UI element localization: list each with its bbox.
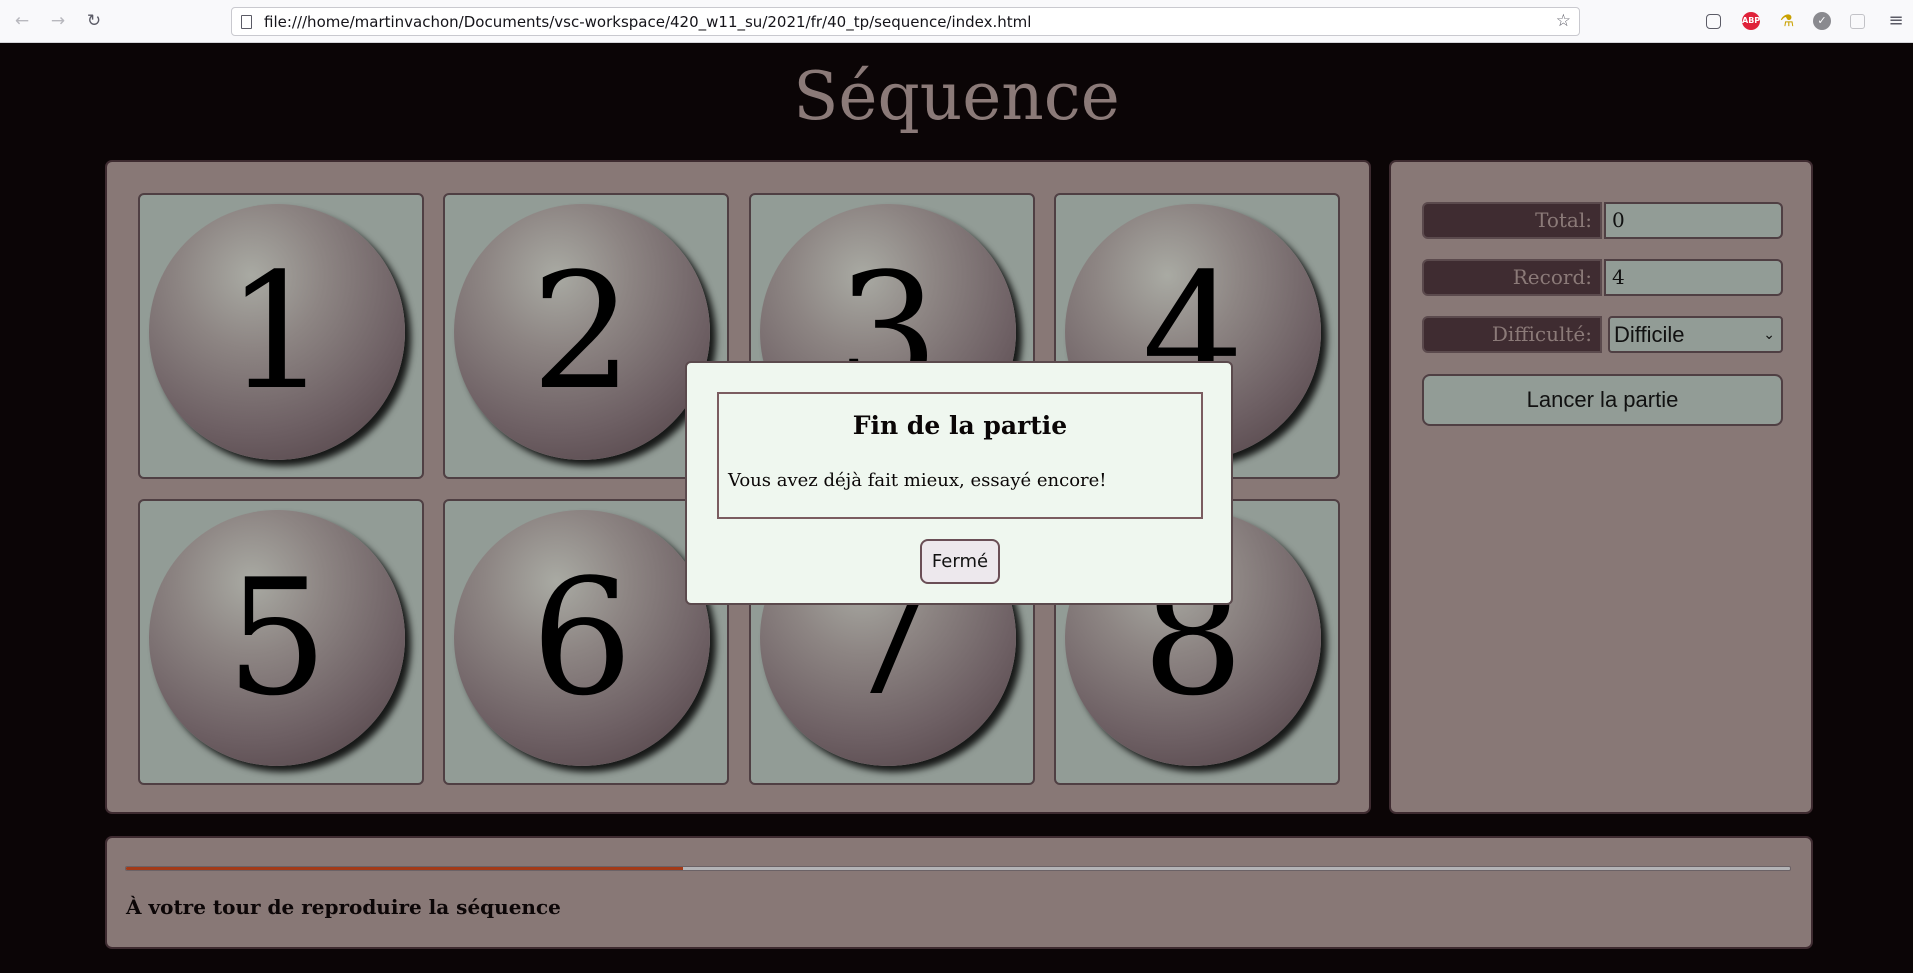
record-field[interactable]: 4 bbox=[1604, 259, 1783, 296]
score-panel: Total: 0 Record: 4 Difficulté: Difficile… bbox=[1389, 160, 1813, 814]
game-button-1[interactable]: 1 bbox=[138, 193, 424, 479]
back-arrow-icon[interactable]: ← bbox=[11, 10, 33, 32]
game-over-dialog: Fin de la partie Vous avez déjà fait mie… bbox=[685, 361, 1233, 605]
dialog-content: Fin de la partie Vous avez déjà fait mie… bbox=[717, 392, 1203, 519]
timer-progress-fill bbox=[126, 867, 684, 870]
ball: 6 bbox=[454, 510, 710, 766]
status-panel: À votre tour de reproduire la séquence bbox=[105, 836, 1813, 949]
dialog-message: Vous avez déjà fait mieux, essayé encore… bbox=[728, 470, 1107, 491]
game-button-5[interactable]: 5 bbox=[138, 499, 424, 785]
page-title: Séquence bbox=[793, 58, 1120, 135]
adblock-icon[interactable]: ABP bbox=[1742, 12, 1760, 30]
difficulty-value: Difficile bbox=[1614, 322, 1685, 347]
page-icon bbox=[241, 15, 252, 29]
total-field[interactable]: 0 bbox=[1604, 202, 1783, 239]
url-text[interactable]: file:///home/martinvachon/Documents/vsc-… bbox=[264, 13, 1031, 31]
launch-game-button[interactable]: Lancer la partie bbox=[1422, 374, 1783, 426]
reload-icon[interactable]: ↻ bbox=[83, 10, 105, 32]
pocket-icon[interactable] bbox=[1706, 14, 1721, 29]
ball: 1 bbox=[149, 204, 405, 460]
difficulty-select[interactable]: Difficile ⌄ bbox=[1608, 316, 1783, 353]
check-circle-icon[interactable]: ✓ bbox=[1813, 12, 1831, 30]
chevron-down-icon: ⌄ bbox=[1763, 326, 1775, 342]
ball: 5 bbox=[149, 510, 405, 766]
record-label: Record: bbox=[1422, 259, 1602, 296]
total-label: Total: bbox=[1422, 202, 1602, 239]
browser-toolbar: ← → ↻ file:///home/martinvachon/Document… bbox=[0, 0, 1913, 43]
ball: 2 bbox=[454, 204, 710, 460]
bookmark-star-icon[interactable]: ☆ bbox=[1556, 11, 1571, 31]
status-message: À votre tour de reproduire la séquence bbox=[126, 895, 561, 919]
timer-progress-bar bbox=[125, 866, 1791, 871]
forward-arrow-icon[interactable]: → bbox=[47, 10, 69, 32]
address-bar[interactable]: file:///home/martinvachon/Documents/vsc-… bbox=[231, 7, 1580, 36]
menu-icon[interactable]: ≡ bbox=[1885, 10, 1907, 32]
flask-icon[interactable]: ⚗ bbox=[1778, 12, 1796, 30]
extension-icon[interactable] bbox=[1850, 14, 1865, 29]
difficulty-label: Difficulté: bbox=[1422, 316, 1602, 353]
close-dialog-button[interactable]: Fermé bbox=[920, 539, 1000, 584]
dialog-title: Fin de la partie bbox=[852, 411, 1068, 440]
